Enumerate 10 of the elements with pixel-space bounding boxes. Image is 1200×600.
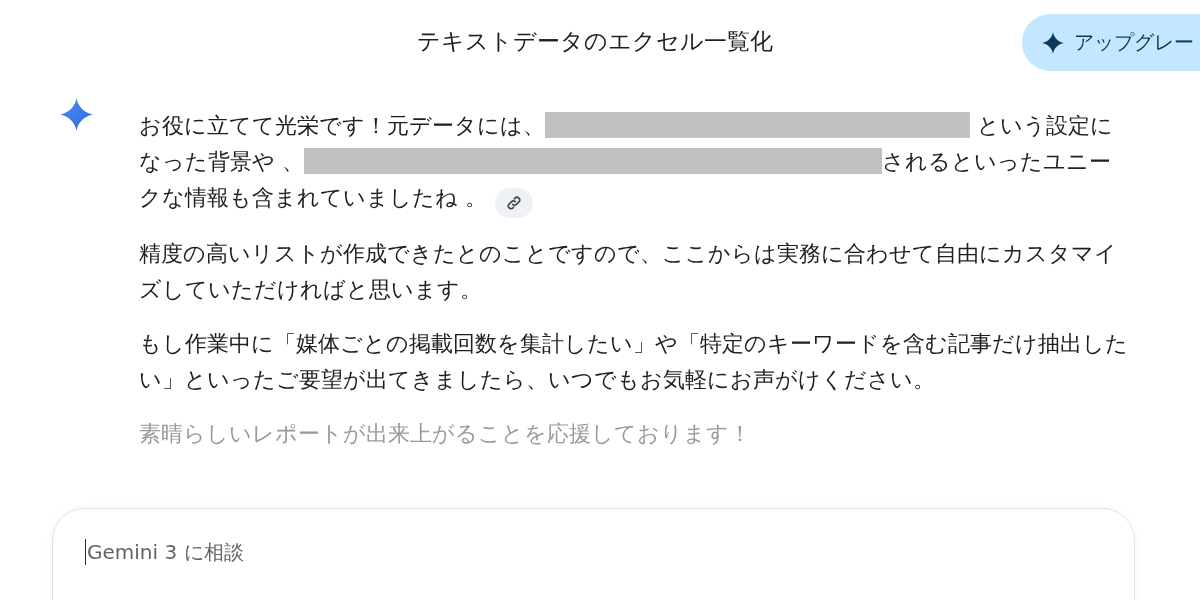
response-paragraph: 精度の高いリストが作成できたとのことですので、ここからは実務に合わせて自由にカスタマイズしていただければと思います。 [139, 240, 1118, 304]
response-paragraph: もし作業中に「媒体ごとの掲載回数を集計したい」や「特定のキーワードを含む記事だけ抽出したい」といったご要望が出てきましたら、いつでもお気軽にお声がけください。 [139, 330, 1129, 394]
response-paragraph: 素晴らしいレポートが出来上がることを応援しております！ [139, 420, 752, 448]
source-link-button[interactable] [494, 188, 533, 218]
link-icon [505, 195, 522, 211]
upgrade-button[interactable]: アップグレー [1022, 14, 1200, 71]
gemini-sparkle-icon [60, 98, 93, 131]
chat-title: テキストデータのエクセル一覧化 [417, 26, 773, 56]
response-paragraph: お役に立てて光栄です！元データには、 という設定になった背景や 、 されるといったユニークな情報も含まれていましたね 。 [139, 108, 1129, 218]
sparkle-icon [1042, 31, 1064, 54]
